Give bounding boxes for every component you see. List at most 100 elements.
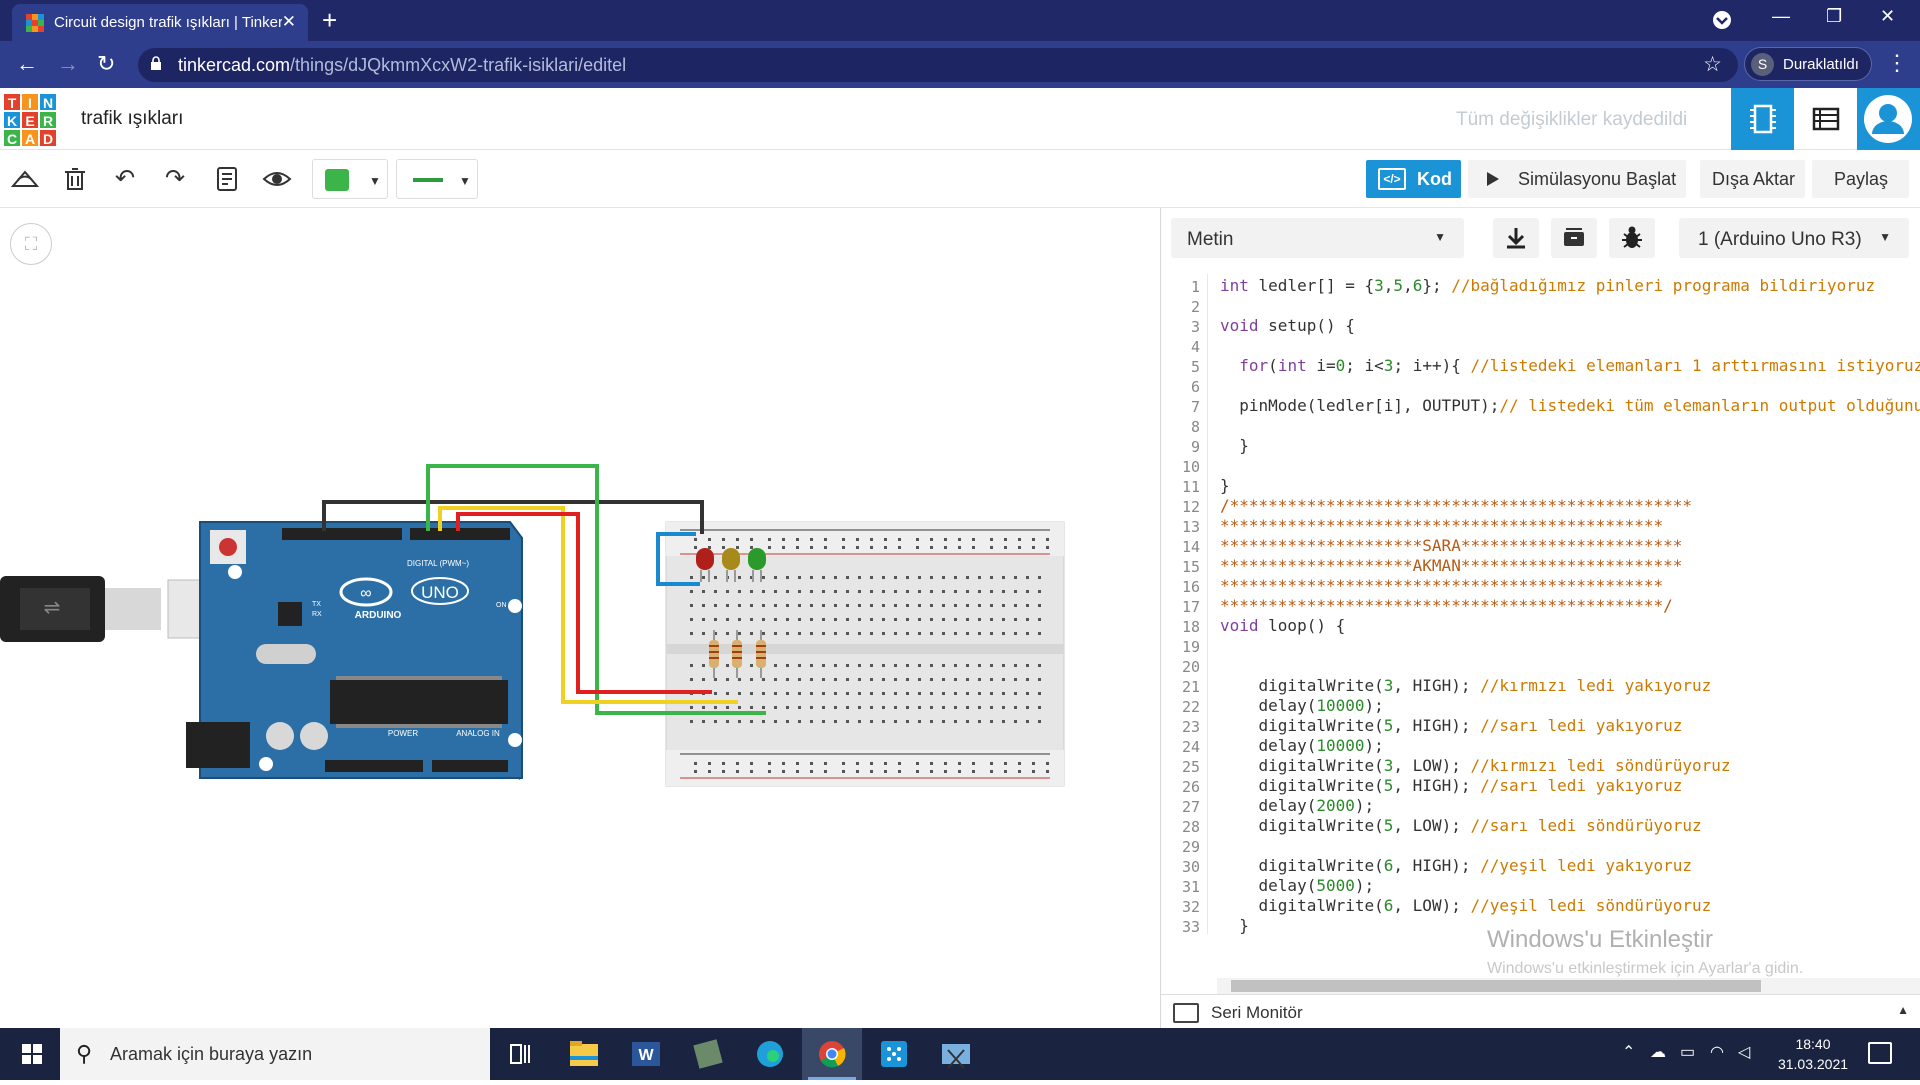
code-line[interactable]: digitalWrite(6, HIGH); //yeşil ledi yakı… [1220, 856, 1693, 875]
line-number: 8 [1190, 418, 1200, 436]
snipping-app-icon[interactable] [678, 1028, 738, 1080]
taskbar-search[interactable]: ⚲ Aramak için buraya yazın [60, 1028, 490, 1080]
browser-menu-icon[interactable]: ⋮ [1886, 50, 1908, 76]
line-number: 23 [1181, 718, 1200, 736]
redo-icon[interactable]: ↷ [160, 164, 190, 194]
share-button[interactable]: Paylaş [1812, 160, 1909, 198]
code-line[interactable]: /***************************************… [1220, 496, 1692, 515]
volume-icon[interactable]: ◁ [1738, 1042, 1750, 1062]
url-path: /things/dJQkmmXcxW2-trafik-isiklari/edit… [290, 55, 627, 75]
code-line[interactable]: *********************SARA***************… [1220, 536, 1682, 555]
horizontal-scrollbar[interactable] [1217, 978, 1920, 994]
code-mode-select[interactable]: Metin ▼ [1171, 218, 1464, 258]
code-line[interactable]: digitalWrite(3, LOW); //kırmızı ledi sön… [1220, 756, 1731, 775]
code-line[interactable]: delay(10000); [1220, 736, 1384, 755]
url-domain: tinkercad.com [178, 55, 291, 75]
code-editor[interactable]: 1 2 3 4 5 6 7 8 9 10 11 12 13 14 15 16 17 18 19 20 21 22 23 24 2… [1161, 274, 1920, 974]
serial-monitor-bar[interactable]: Seri Monitör ▲ [1161, 994, 1920, 1028]
code-line[interactable]: digitalWrite(5, HIGH); //sarı ledi yakıy… [1220, 716, 1683, 735]
delete-icon[interactable] [60, 164, 90, 194]
line-number: 9 [1190, 438, 1200, 456]
reload-icon[interactable]: ↻ [97, 51, 115, 77]
code-line[interactable]: delay(10000); [1220, 696, 1384, 715]
user-icon [1864, 95, 1912, 143]
component-list-button[interactable] [1794, 88, 1857, 150]
word-icon[interactable]: W [616, 1028, 676, 1080]
code-line[interactable]: ****************************************… [1220, 516, 1663, 535]
tab-search-icon[interactable] [1712, 10, 1732, 35]
chrome-icon[interactable] [802, 1028, 862, 1080]
visibility-icon[interactable] [262, 164, 292, 194]
minimize-icon[interactable]: — [1772, 6, 1790, 27]
chevron-up-icon[interactable]: ▲ [1897, 1003, 1909, 1017]
address-bar: ← → ↻ tinkercad.com/things/dJQkmmXcxW2-t… [0, 41, 1920, 88]
code-line[interactable]: int ledler[] = {3,5,6}; //bağladığımız p… [1220, 276, 1875, 295]
code-line[interactable]: digitalWrite(5, LOW); //sarı ledi söndür… [1220, 816, 1702, 835]
circuit-view-button[interactable] [1731, 88, 1794, 150]
code-line[interactable]: digitalWrite(3, HIGH); //kırmızı ledi ya… [1220, 676, 1712, 695]
undo-icon[interactable]: ↶ [110, 164, 140, 194]
code-button[interactable]: </> Kod [1366, 160, 1461, 198]
project-title[interactable]: trafik ışıkları [81, 108, 183, 130]
window-close-icon[interactable]: ✕ [1880, 6, 1895, 27]
debugger-button[interactable] [1609, 218, 1655, 258]
browser-tab[interactable]: Circuit design trafik ışıkları | Tinkerc… [12, 4, 308, 41]
new-tab-icon[interactable]: + [322, 5, 337, 36]
line-number: 28 [1181, 818, 1200, 836]
line-number: 10 [1181, 458, 1200, 476]
wire-type-picker[interactable]: ▼ [396, 159, 478, 199]
arduino-uno-board[interactable]: ∞ [186, 521, 523, 780]
code-line[interactable]: digitalWrite(6, LOW); //yeşil ledi söndü… [1220, 896, 1712, 915]
system-clock[interactable]: 18:40 31.03.2021 [1758, 1034, 1868, 1074]
download-button[interactable] [1493, 218, 1539, 258]
code-line[interactable]: digitalWrite(5, HIGH); //sarı ledi yakıy… [1220, 776, 1683, 795]
code-line[interactable]: ****************************************… [1220, 576, 1663, 595]
forward-icon[interactable]: → [57, 51, 79, 77]
code-line[interactable]: void loop() { [1220, 616, 1345, 635]
rotate-icon[interactable] [10, 164, 40, 194]
line-number: 16 [1181, 578, 1200, 596]
code-line[interactable]: delay(5000); [1220, 876, 1375, 895]
code-line[interactable]: ********************AKMAN***************… [1220, 556, 1682, 575]
app-grid-icon[interactable] [864, 1028, 924, 1080]
code-line[interactable]: for(int i=0; i<3; i++){ //listedeki elem… [1220, 356, 1920, 375]
notification-icon[interactable] [1868, 1042, 1892, 1064]
snip-tool-icon[interactable] [926, 1028, 986, 1080]
cloud-sync-icon[interactable]: ☁ [1650, 1042, 1666, 1062]
file-explorer-icon[interactable] [554, 1028, 614, 1080]
code-line[interactable]: delay(2000); [1220, 796, 1375, 815]
line-number: 29 [1181, 838, 1200, 856]
tinkercad-logo[interactable]: T I N K E R C A D [3, 93, 57, 147]
chevron-up-icon[interactable]: ⌃ [1622, 1042, 1635, 1062]
wire-color-picker[interactable]: ▼ [312, 159, 388, 199]
restore-icon[interactable]: ❐ [1826, 6, 1842, 27]
windows-start-icon[interactable] [22, 1044, 42, 1064]
export-button[interactable]: Dışa Aktar [1700, 160, 1805, 198]
start-simulation-button[interactable]: Simülasyonu Başlat [1468, 160, 1686, 198]
code-line[interactable]: void setup() { [1220, 316, 1355, 335]
user-avatar-button[interactable] [1857, 88, 1920, 150]
profile-button[interactable]: S Duraklatıldı [1744, 47, 1872, 81]
line-number: 21 [1181, 678, 1200, 696]
code-line[interactable]: } [1220, 436, 1249, 455]
notes-icon[interactable] [212, 164, 242, 194]
code-line[interactable]: pinMode(ledler[i], OUTPUT);// listedeki … [1220, 396, 1920, 415]
back-icon[interactable]: ← [16, 51, 38, 77]
board-select[interactable]: 1 (Arduino Uno R3) ▼ [1679, 218, 1909, 258]
code-line[interactable]: } [1220, 476, 1230, 495]
bookmark-star-icon[interactable]: ☆ [1703, 52, 1722, 77]
line-number: 7 [1190, 398, 1200, 416]
scrollbar-thumb[interactable] [1231, 980, 1761, 992]
tab-close-icon[interactable]: ✕ [282, 12, 296, 32]
monitor-icon [1173, 1003, 1199, 1023]
libraries-button[interactable] [1551, 218, 1597, 258]
code-line[interactable]: ****************************************… [1220, 596, 1673, 615]
circuit-canvas[interactable]: ⛶ ⇌ ∞ UNO ARDUINO DIGITAL (PWM~) POWER A… [0, 208, 1160, 1028]
wifi-icon[interactable]: ◠ [1710, 1042, 1724, 1062]
battery-icon[interactable]: ▭ [1680, 1042, 1695, 1062]
task-view-icon[interactable] [490, 1028, 550, 1080]
line-number: 26 [1181, 778, 1200, 796]
url-field[interactable]: tinkercad.com/things/dJQkmmXcxW2-trafik-… [138, 48, 1738, 82]
code-line[interactable]: } [1220, 916, 1249, 935]
edge-icon[interactable] [740, 1028, 800, 1080]
